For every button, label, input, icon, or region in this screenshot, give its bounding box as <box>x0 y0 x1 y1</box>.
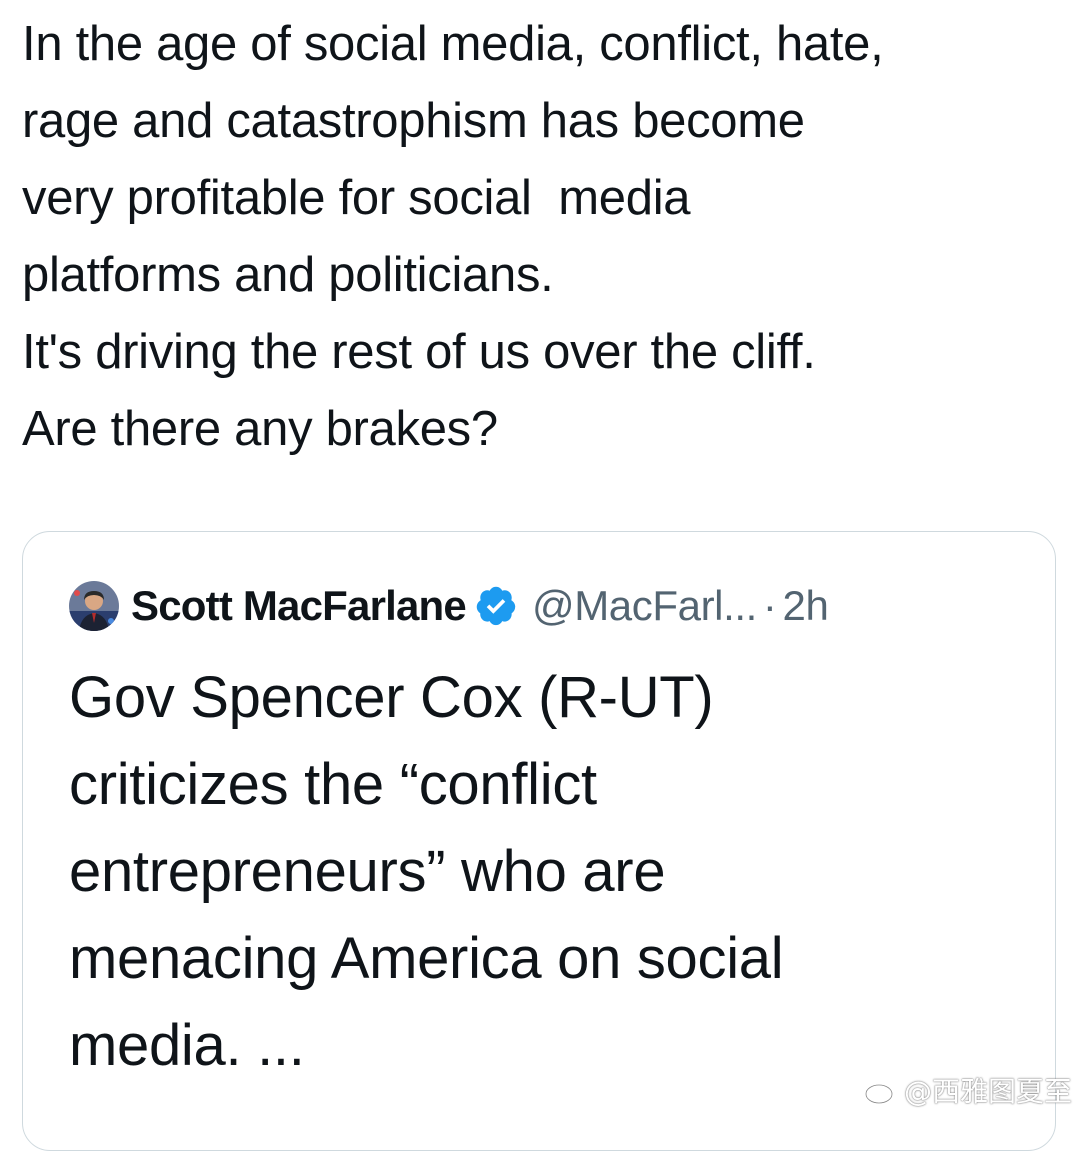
quoted-tweet-line: Gov Spencer Cox (R-UT) <box>69 665 714 730</box>
quoted-tweet-header: Scott MacFarlane @MacFarl... · 2h <box>69 578 829 634</box>
weibo-watermark: @西雅图夏至 <box>864 1070 1072 1110</box>
quoted-tweet-line: entrepreneurs” who are <box>69 839 666 904</box>
avatar[interactable] <box>69 581 119 631</box>
tweet-text-line: platforms and politicians. <box>22 248 554 302</box>
author-handle[interactable]: @MacFarl... <box>532 582 757 630</box>
tweet-text-line: Are there any brakes? <box>22 402 498 456</box>
quoted-tweet-card[interactable]: Scott MacFarlane @MacFarl... · 2h Gov Sp… <box>22 531 1056 1151</box>
separator-dot: · <box>762 582 777 629</box>
tweet-text-line: very profitable for social media <box>22 171 691 225</box>
author-name[interactable]: Scott MacFarlane <box>131 582 467 630</box>
quoted-tweet-line: menacing America on social <box>69 926 784 991</box>
tweet-text: In the age of social media, conflict, ha… <box>22 6 1062 468</box>
quoted-tweet-text: Gov Spencer Cox (R-UT) criticizes the “c… <box>69 654 1029 1089</box>
watermark-text: @西雅图夏至 <box>903 1075 1072 1108</box>
timestamp[interactable]: 2h <box>783 582 829 630</box>
tweet-text-line: rage and catastrophism has become <box>22 94 805 148</box>
tweet-text-line: It's driving the rest of us over the cli… <box>22 325 816 379</box>
weibo-icon <box>864 1077 900 1105</box>
tweet-text-line: In the age of social media, conflict, ha… <box>22 17 884 71</box>
verified-badge-icon <box>476 586 516 626</box>
quoted-tweet-line: criticizes the “conflict <box>69 752 597 817</box>
